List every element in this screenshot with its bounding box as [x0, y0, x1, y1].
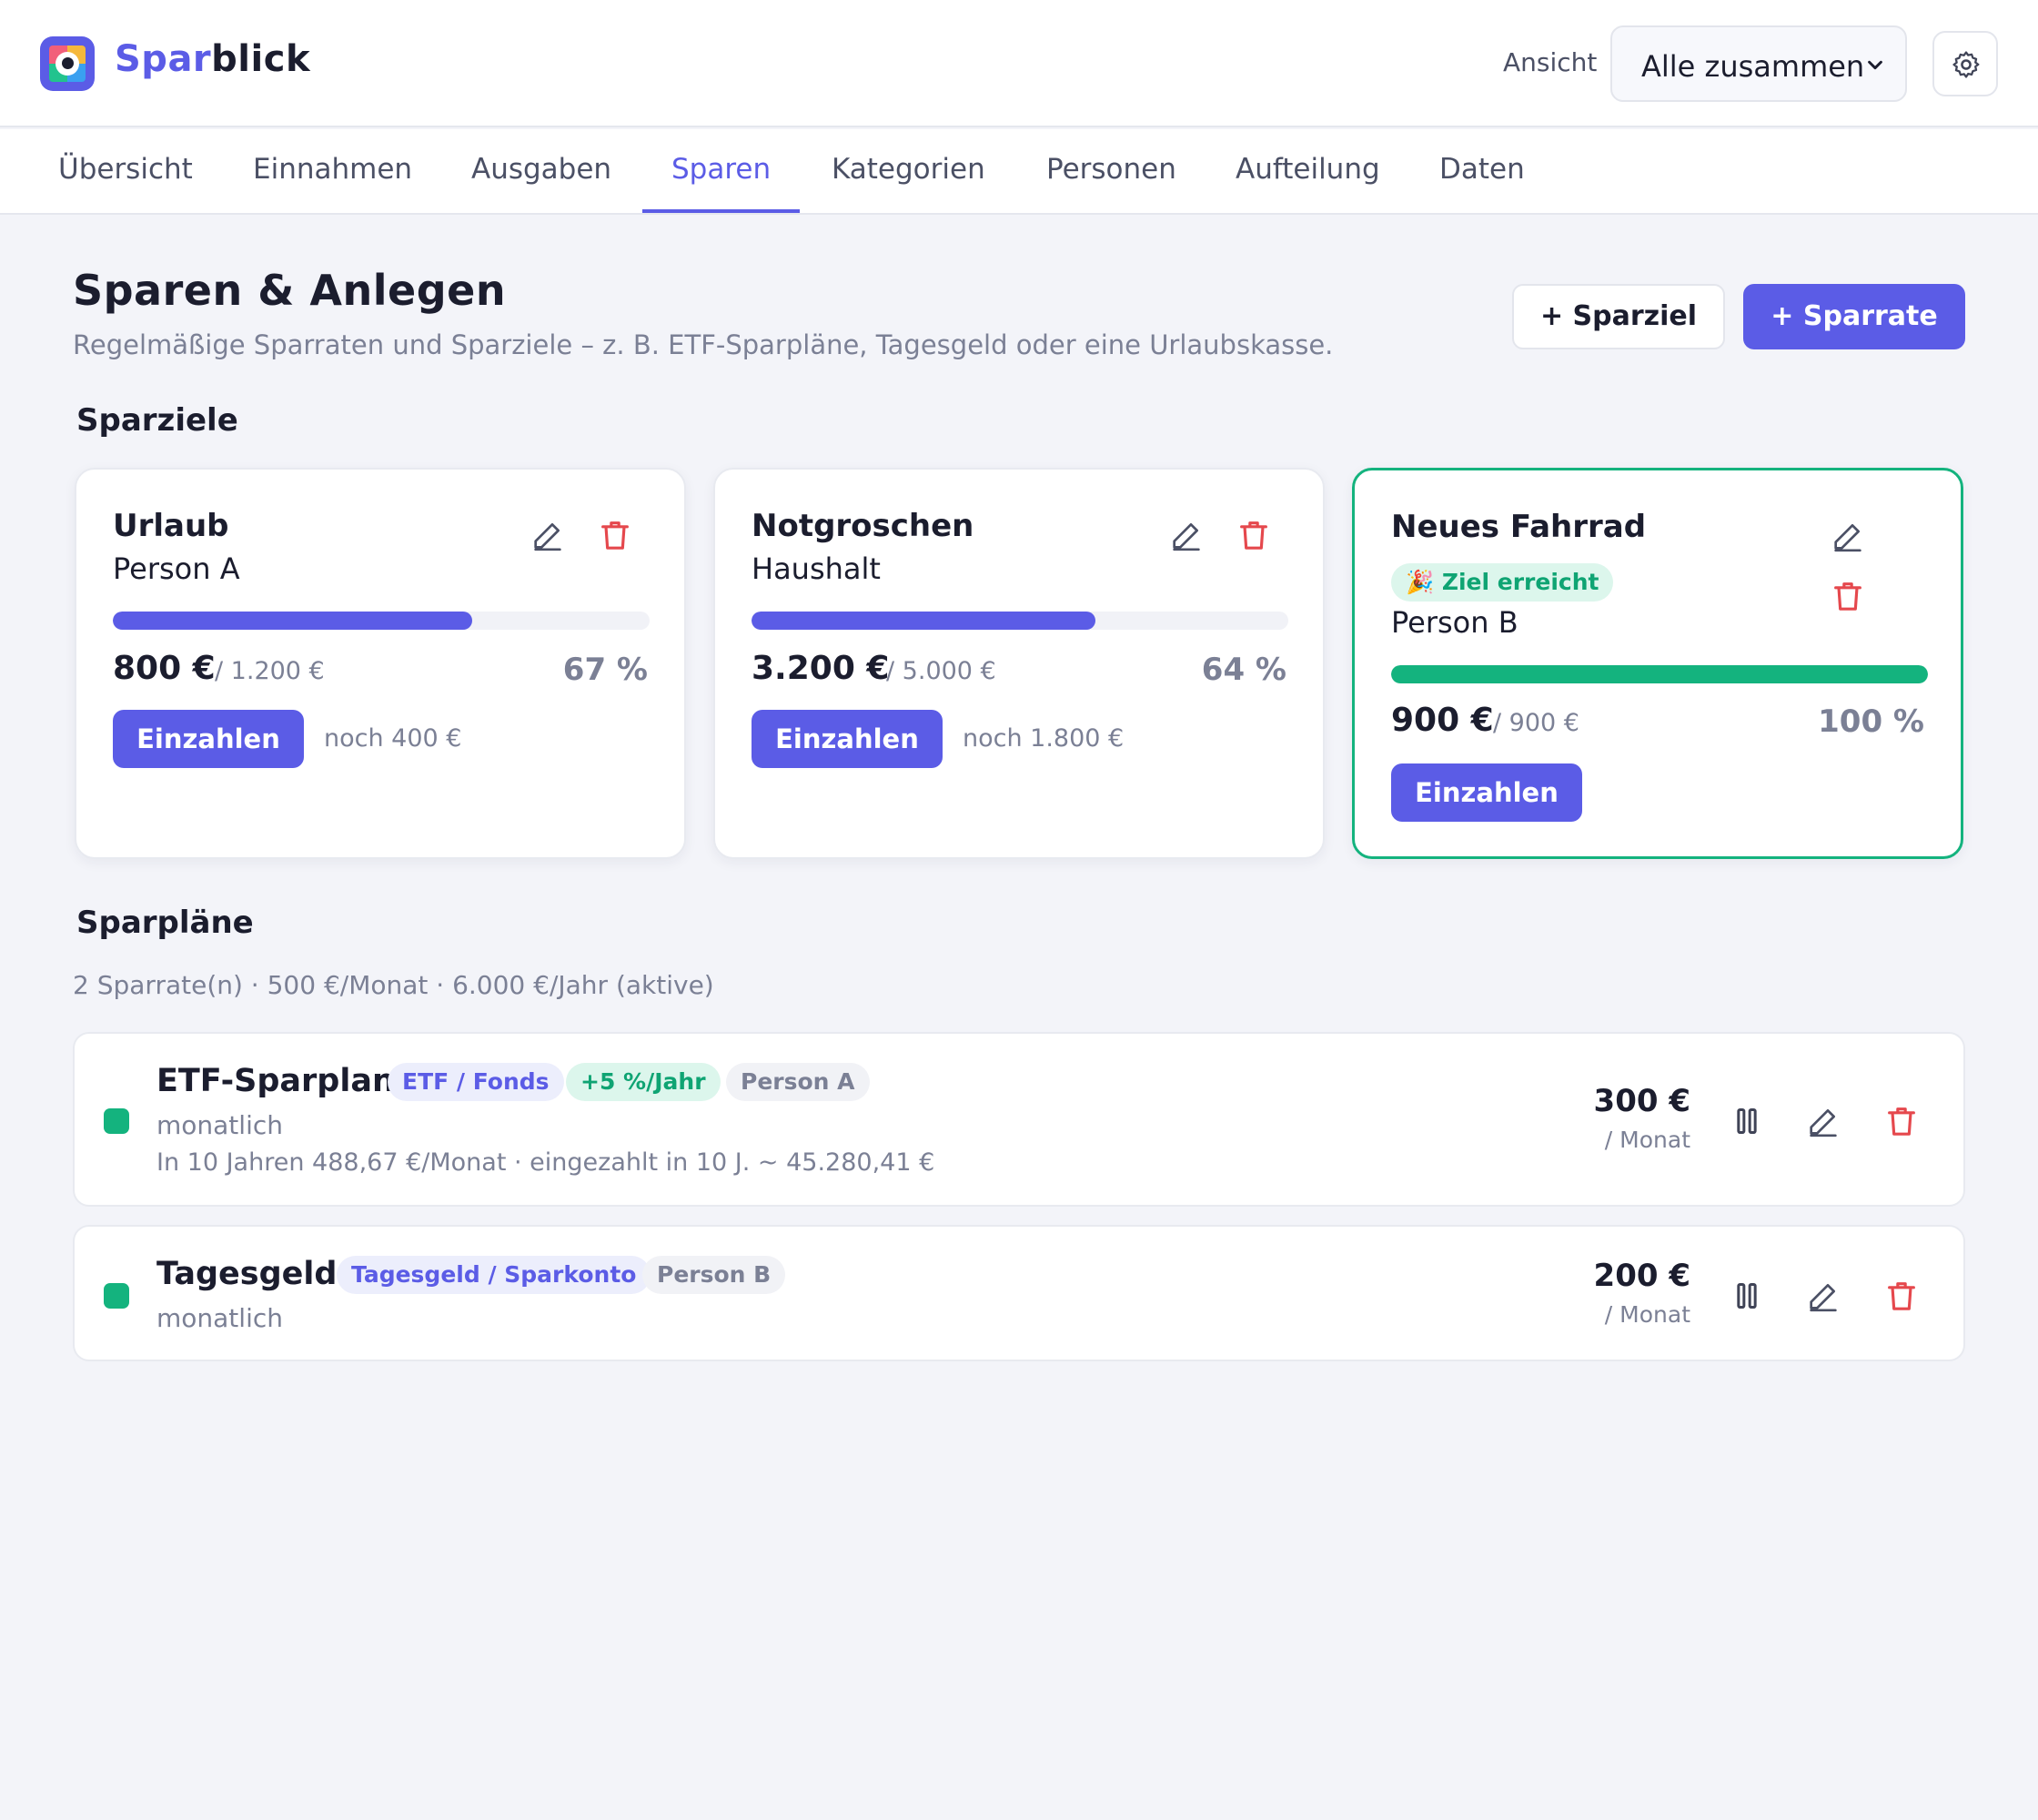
plan-frequency: monatlich: [156, 1110, 283, 1140]
page-subtitle: Regelmäßige Sparraten und Sparziele – z.…: [73, 329, 1334, 360]
tab-aufteilung[interactable]: Aufteilung: [1206, 129, 1409, 213]
view-label: Ansicht: [1503, 47, 1598, 77]
plan-row: ETF-Sparplan ETF / Fonds +5 %/Jahr Perso…: [73, 1032, 1965, 1207]
page-title: Sparen & Anlegen: [73, 266, 507, 315]
goal-card: Notgroschen Haushalt 3.200 € / 5.000 € 6…: [713, 468, 1325, 859]
deposit-button[interactable]: Einzahlen: [113, 710, 304, 768]
tab-ausgaben[interactable]: Ausgaben: [442, 129, 641, 213]
plan-amount: 200 €: [1593, 1258, 1690, 1294]
goal-name: Notgroschen: [752, 508, 974, 544]
trash-icon[interactable]: [1236, 517, 1272, 553]
goal-owner: Person A: [113, 551, 240, 586]
trash-icon[interactable]: [1883, 1103, 1920, 1139]
view-select[interactable]: Alle zusammen: [1610, 25, 1907, 102]
goal-progress-bar: [1391, 665, 1928, 683]
plan-name: Tagesgeld: [156, 1256, 338, 1292]
plan-person-badge: Person B: [642, 1256, 786, 1294]
app-name: Sparblick: [115, 38, 311, 80]
settings-button[interactable]: [1932, 31, 1998, 96]
goal-reached-badge: 🎉 Ziel erreicht: [1391, 563, 1614, 602]
pause-icon[interactable]: [1729, 1278, 1765, 1314]
plan-color-dot: [104, 1283, 129, 1309]
goal-progress-bar: [752, 612, 1288, 630]
pencil-icon[interactable]: [1805, 1103, 1841, 1139]
add-rate-button[interactable]: + Sparrate: [1743, 284, 1965, 349]
goal-remaining: noch 1.800 €: [963, 724, 1125, 753]
plan-category-badge: ETF / Fonds: [388, 1063, 564, 1101]
tab-sparen[interactable]: Sparen: [642, 129, 801, 213]
goal-owner: Person B: [1391, 605, 1518, 640]
goal-percent: 100 %: [1818, 703, 1924, 740]
plan-name: ETF-Sparplan: [156, 1063, 395, 1099]
add-goal-button[interactable]: + Sparziel: [1512, 284, 1725, 349]
app-header: Sparblick Ansicht Alle zusammen: [0, 0, 2038, 127]
app-logo-icon: [40, 36, 95, 91]
goal-owner: Haushalt: [752, 551, 881, 586]
plan-amount-unit: / Monat: [1604, 1127, 1690, 1153]
plans-summary: 2 Sparrate(n) · 500 €/Monat · 6.000 €/Ja…: [73, 970, 714, 1000]
plan-amount: 300 €: [1593, 1083, 1690, 1119]
pause-icon[interactable]: [1729, 1103, 1765, 1139]
plan-return-badge: +5 %/Jahr: [566, 1063, 721, 1101]
goal-progress-bar: [113, 612, 650, 630]
plan-projection: In 10 Jahren 488,67 €/Monat · eingezahlt…: [156, 1148, 935, 1177]
plan-amount-unit: / Monat: [1604, 1301, 1690, 1328]
tab-uebersicht[interactable]: Übersicht: [29, 129, 222, 213]
pencil-icon[interactable]: [530, 517, 566, 553]
trash-icon[interactable]: [1830, 578, 1866, 614]
deposit-button[interactable]: Einzahlen: [752, 710, 943, 768]
goal-saved-amount: 3.200 €: [752, 650, 890, 687]
deposit-button[interactable]: Einzahlen: [1391, 763, 1582, 822]
goals-section-title: Sparziele: [76, 402, 238, 439]
pencil-icon[interactable]: [1830, 518, 1866, 554]
plans-section-title: Sparpläne: [76, 905, 254, 941]
pencil-icon[interactable]: [1168, 517, 1205, 553]
gear-icon: [1952, 51, 1980, 78]
trash-icon[interactable]: [597, 517, 633, 553]
goal-percent: 64 %: [1201, 652, 1286, 688]
goal-percent: 67 %: [562, 652, 648, 688]
goal-target-amount: / 1.200 €: [215, 657, 325, 685]
plan-frequency: monatlich: [156, 1303, 283, 1333]
tab-einnahmen[interactable]: Einnahmen: [224, 129, 441, 213]
goal-name: Neues Fahrrad: [1391, 509, 1647, 545]
goal-saved-amount: 900 €: [1391, 702, 1494, 739]
goal-target-amount: / 5.000 €: [886, 657, 996, 685]
goal-name: Urlaub: [113, 508, 229, 544]
trash-icon[interactable]: [1883, 1278, 1920, 1314]
plan-row: Tagesgeld Tagesgeld / Sparkonto Person B…: [73, 1225, 1965, 1361]
tab-kategorien[interactable]: Kategorien: [802, 129, 1014, 213]
pencil-icon[interactable]: [1805, 1278, 1841, 1314]
plan-person-badge: Person A: [726, 1063, 870, 1101]
tab-daten[interactable]: Daten: [1410, 129, 1554, 213]
chevron-down-icon: [1868, 60, 1882, 70]
goal-saved-amount: 800 €: [113, 650, 216, 687]
goal-target-amount: / 900 €: [1493, 709, 1579, 737]
plan-color-dot: [104, 1108, 129, 1134]
tab-personen[interactable]: Personen: [1017, 129, 1206, 213]
goal-card: Urlaub Person A 800 € / 1.200 € 67 % Ein…: [75, 468, 686, 859]
view-select-value: Alle zusammen: [1641, 49, 1865, 84]
goal-remaining: noch 400 €: [324, 724, 462, 753]
main-tabs: Übersicht Einnahmen Ausgaben Sparen Kate…: [0, 129, 2038, 215]
plan-category-badge: Tagesgeld / Sparkonto: [337, 1256, 651, 1294]
goal-card-completed: Neues Fahrrad 🎉 Ziel erreicht Person B 9…: [1352, 468, 1963, 859]
